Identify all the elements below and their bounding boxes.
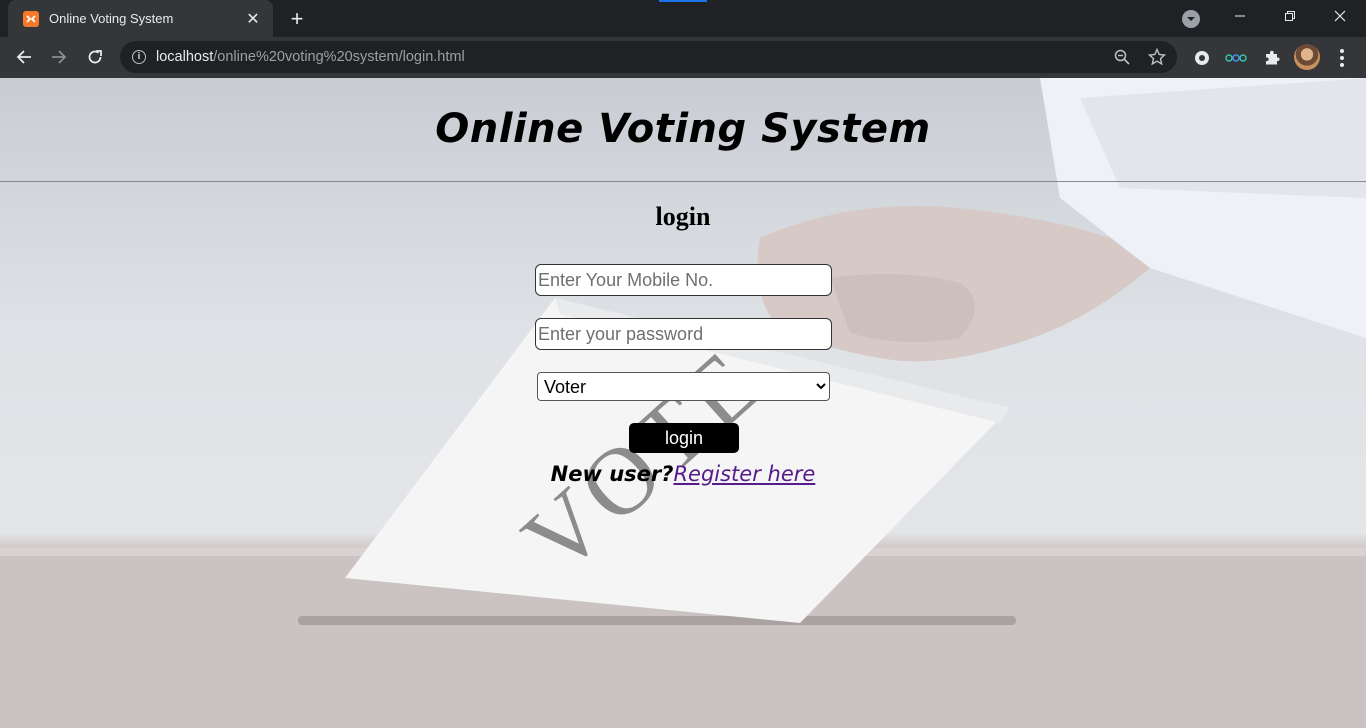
new-user-text: New user?: [550, 462, 674, 486]
forward-arrow-icon[interactable]: [44, 42, 74, 72]
register-link[interactable]: Register here: [673, 462, 815, 486]
address-bar[interactable]: i localhost/online%20voting%20system/log…: [120, 41, 1177, 73]
tab-title: Online Voting System: [49, 11, 174, 26]
extensions-puzzle-icon[interactable]: [1259, 45, 1285, 71]
back-arrow-icon[interactable]: [9, 42, 39, 72]
page-viewport: VOTE Online Voting System login Voter lo…: [0, 78, 1366, 728]
close-window-icon[interactable]: [1316, 0, 1364, 32]
login-button[interactable]: login: [629, 423, 739, 453]
password-input[interactable]: [535, 318, 832, 350]
url-path: /online%20voting%20system/login.html: [213, 49, 465, 65]
login-heading: login: [655, 202, 711, 231]
bookmark-star-icon[interactable]: [1147, 47, 1167, 67]
browser-toolbar: i localhost/online%20voting%20system/log…: [0, 37, 1366, 78]
zoom-out-icon[interactable]: [1112, 47, 1132, 67]
extension-dots-icon[interactable]: [1223, 45, 1249, 71]
page-title: Online Voting System: [435, 106, 931, 152]
browser-menu-icon[interactable]: [1330, 45, 1354, 71]
tab-search-icon[interactable]: [1182, 10, 1200, 28]
profile-avatar[interactable]: [1294, 44, 1320, 70]
page-header: Online Voting System: [0, 78, 1366, 182]
browser-tab[interactable]: Online Voting System ✕: [8, 0, 273, 37]
new-tab-button[interactable]: +: [284, 6, 310, 32]
reload-icon[interactable]: [80, 42, 110, 72]
header-divider: [0, 181, 1366, 182]
restore-icon[interactable]: [1266, 0, 1314, 32]
mobile-number-input[interactable]: [535, 264, 832, 296]
tab-close-icon[interactable]: ✕: [245, 11, 261, 28]
url-host: localhost: [156, 49, 214, 65]
site-info-icon[interactable]: i: [132, 50, 146, 64]
drag-indicator: [659, 0, 707, 2]
minimize-icon[interactable]: [1216, 0, 1264, 32]
xampp-favicon-icon: [23, 10, 39, 27]
extension-icon[interactable]: [1189, 45, 1215, 71]
role-select[interactable]: Voter: [537, 372, 830, 401]
tab-strip: Online Voting System ✕ +: [0, 0, 1366, 37]
register-prompt: New user?Register here: [0, 462, 1366, 486]
